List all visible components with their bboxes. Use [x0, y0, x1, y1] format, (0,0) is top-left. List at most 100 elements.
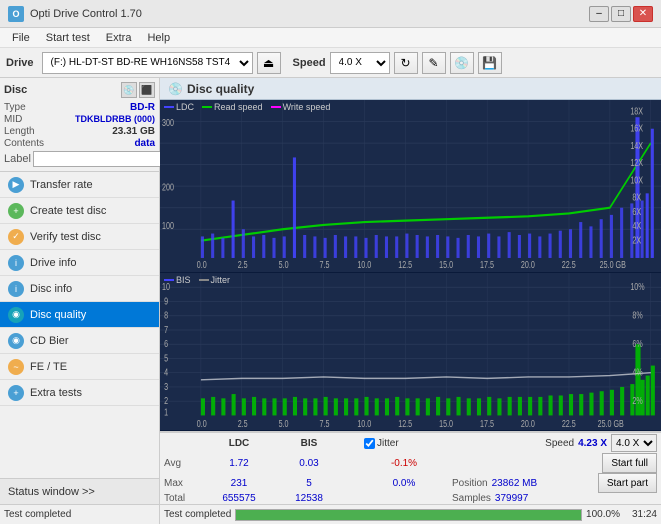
content-title: Disc quality — [187, 82, 254, 96]
svg-text:3: 3 — [164, 381, 168, 392]
jitter-legend-dot — [199, 279, 209, 281]
read-legend-dot — [202, 106, 212, 108]
max-ldc: 231 — [204, 478, 274, 489]
menu-start-test[interactable]: Start test — [38, 30, 98, 46]
app-title: Opti Drive Control 1.70 — [30, 8, 142, 20]
close-button[interactable]: ✕ — [633, 6, 653, 22]
svg-text:22.5: 22.5 — [562, 418, 576, 429]
maximize-button[interactable]: □ — [611, 6, 631, 22]
svg-text:2.5: 2.5 — [238, 418, 248, 429]
fe-te-icon: ~ — [8, 359, 24, 375]
eject-button[interactable]: ⏏ — [257, 52, 281, 74]
sidebar-item-verify-test-disc[interactable]: ✓ Verify test disc — [0, 224, 159, 250]
write-legend-dot — [271, 106, 281, 108]
total-bis: 12538 — [274, 493, 344, 504]
sidebar-item-disc-quality[interactable]: ◉ Disc quality — [0, 302, 159, 328]
status-window-label: Status window >> — [8, 486, 95, 498]
svg-text:6%: 6% — [632, 338, 643, 349]
minimize-button[interactable]: – — [589, 6, 609, 22]
sidebar-item-label-create: Create test disc — [30, 205, 106, 217]
start-part-button[interactable]: Start part — [598, 473, 657, 493]
jitter-checkbox-row: Jitter — [364, 438, 399, 449]
contents-value: data — [134, 138, 155, 149]
status-window[interactable]: Status window >> — [0, 478, 159, 504]
speed-stat-label: Speed — [545, 438, 574, 449]
chart2-legend: BIS Jitter — [164, 275, 230, 285]
drive-select[interactable]: (F:) HL-DT-ST BD-RE WH16NS58 TST4 — [42, 52, 253, 74]
svg-text:15.0: 15.0 — [439, 418, 453, 429]
drive-label: Drive — [6, 57, 34, 69]
chart1-legend: LDC Read speed Write speed — [164, 102, 330, 112]
max-label: Max — [164, 478, 204, 489]
disc-section-title: Disc — [4, 84, 27, 96]
svg-text:5.0: 5.0 — [279, 259, 289, 271]
sidebar-item-disc-info[interactable]: i Disc info — [0, 276, 159, 302]
chart2-svg: 10 9 8 7 6 5 4 3 2 1 10% 8% 6% 4% 2% — [160, 273, 661, 430]
read-legend-text: Read speed — [214, 102, 263, 112]
menu-help[interactable]: Help — [139, 30, 178, 46]
svg-text:2%: 2% — [632, 395, 643, 406]
svg-text:20.0: 20.0 — [521, 418, 535, 429]
bottom-time: 31:24 — [632, 509, 657, 520]
sidebar: Disc 💿 ⬛ Type BD-R MID TDKBLDRBB (000) L… — [0, 78, 160, 524]
refresh-button[interactable]: ↻ — [394, 52, 418, 74]
start-full-button[interactable]: Start full — [602, 453, 657, 473]
title-bar: O Opti Drive Control 1.70 – □ ✕ — [0, 0, 661, 28]
sidebar-item-label-fe-te: FE / TE — [30, 361, 67, 373]
speed-select[interactable]: 4.0 X — [330, 52, 390, 74]
sidebar-item-drive-info[interactable]: i Drive info — [0, 250, 159, 276]
write-legend-text: Write speed — [283, 102, 331, 112]
label-label: Label — [4, 153, 31, 165]
svg-text:7.5: 7.5 — [320, 259, 330, 271]
svg-text:4: 4 — [164, 367, 168, 378]
speed-label: Speed — [293, 57, 326, 69]
label-input[interactable] — [33, 151, 171, 167]
svg-text:22.5: 22.5 — [562, 259, 576, 271]
disc-button[interactable]: 💿 — [450, 52, 474, 74]
sidebar-item-transfer-rate[interactable]: ▶ Transfer rate — [0, 172, 159, 198]
disc-icon-1[interactable]: 💿 — [121, 82, 137, 98]
jitter-checkbox[interactable] — [364, 438, 375, 449]
svg-text:8%: 8% — [632, 310, 643, 321]
progress-fill — [236, 510, 581, 520]
save-button[interactable]: 💾 — [478, 52, 502, 74]
progress-bar — [235, 509, 582, 521]
menu-file[interactable]: File — [4, 30, 38, 46]
svg-text:200: 200 — [162, 181, 174, 193]
speed-stat-select[interactable]: 4.0 X — [611, 434, 657, 452]
type-label: Type — [4, 102, 26, 113]
ldc-legend-text: LDC — [176, 102, 194, 112]
sidebar-item-fe-te[interactable]: ~ FE / TE — [0, 354, 159, 380]
svg-text:12X: 12X — [630, 157, 643, 169]
edit-button[interactable]: ✎ — [422, 52, 446, 74]
sidebar-menu: ▶ Transfer rate + Create test disc ✓ Ver… — [0, 172, 159, 478]
svg-text:10.0: 10.0 — [357, 418, 371, 429]
mid-value: TDKBLDRBB (000) — [75, 114, 155, 125]
svg-text:0.0: 0.0 — [197, 418, 207, 429]
sidebar-item-cd-bier[interactable]: ◉ CD Bier — [0, 328, 159, 354]
extra-tests-icon: + — [8, 385, 24, 401]
drive-toolbar: Drive (F:) HL-DT-ST BD-RE WH16NS58 TST4 … — [0, 48, 661, 78]
svg-text:17.5: 17.5 — [480, 259, 494, 271]
svg-text:6X: 6X — [632, 206, 641, 218]
ldc-legend-dot — [164, 106, 174, 108]
sidebar-item-create-test-disc[interactable]: + Create test disc — [0, 198, 159, 224]
svg-text:1: 1 — [164, 407, 168, 418]
disc-section: Disc 💿 ⬛ Type BD-R MID TDKBLDRBB (000) L… — [0, 78, 159, 172]
position-label: Position — [452, 478, 488, 489]
svg-text:7.5: 7.5 — [320, 418, 330, 429]
sidebar-item-extra-tests[interactable]: + Extra tests — [0, 380, 159, 406]
svg-text:7: 7 — [164, 324, 168, 335]
svg-text:18X: 18X — [630, 105, 643, 117]
bottom-bar: Test completed — [0, 504, 159, 524]
menu-extra[interactable]: Extra — [98, 30, 140, 46]
length-label: Length — [4, 126, 35, 137]
bottom-section: LDC BIS Jitter Speed 4.23 X 4.0 X Av — [160, 431, 661, 524]
total-ldc: 655575 — [204, 493, 274, 504]
create-test-icon: + — [8, 203, 24, 219]
disc-icon-2[interactable]: ⬛ — [139, 82, 155, 98]
svg-text:8X: 8X — [632, 191, 641, 203]
contents-label: Contents — [4, 138, 44, 149]
svg-text:17.5: 17.5 — [480, 418, 494, 429]
mid-label: MID — [4, 114, 22, 125]
